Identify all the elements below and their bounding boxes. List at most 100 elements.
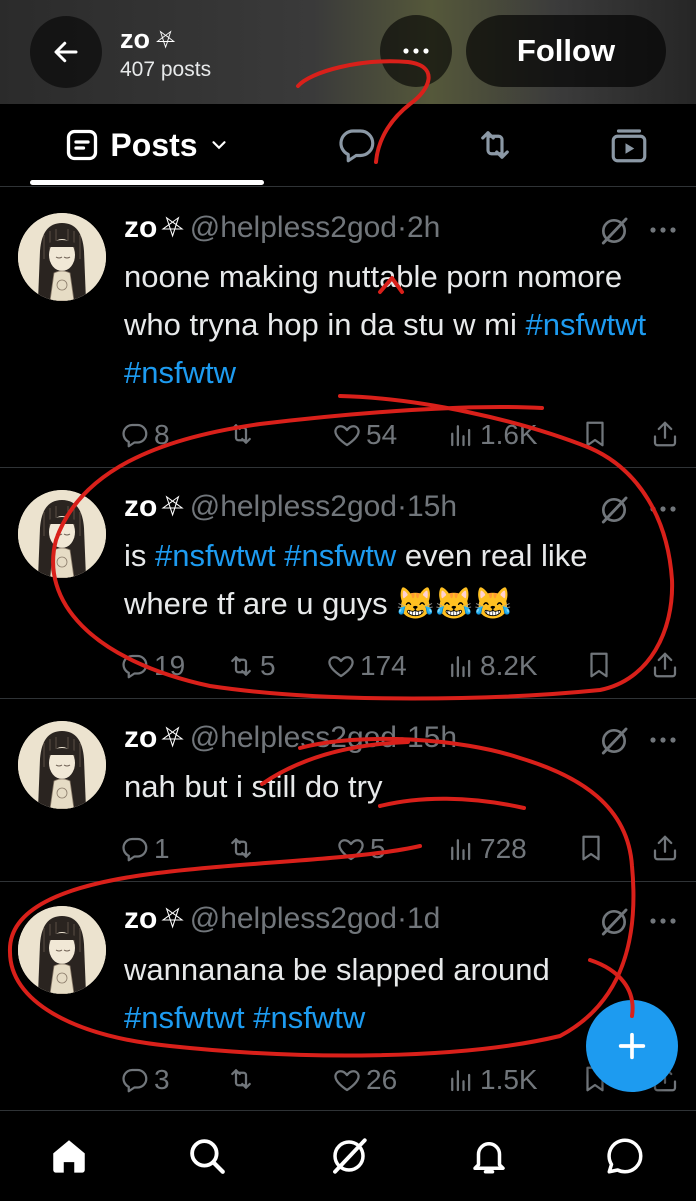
author-name[interactable]: zo xyxy=(124,211,157,244)
repost-button[interactable] xyxy=(226,419,260,449)
post-time[interactable]: 2h xyxy=(407,211,440,244)
avatar[interactable] xyxy=(18,213,106,301)
post-item[interactable]: zo ⛧ @helpless2god·15h is #nsfwtwt #nsfwtw… xyxy=(0,468,696,699)
profile-header: zo ⛧ 407 posts Follow xyxy=(0,0,696,104)
views-icon xyxy=(446,420,476,450)
active-tab-indicator xyxy=(30,180,264,185)
tab-replies-icon[interactable] xyxy=(336,124,378,166)
share-icon xyxy=(650,833,680,863)
avatar[interactable] xyxy=(18,490,106,578)
bookmark-button[interactable] xyxy=(580,419,610,449)
tab-media-icon[interactable] xyxy=(608,124,650,166)
reply-button[interactable]: 1 xyxy=(120,833,170,865)
post-actions: 8 54 1.6K xyxy=(120,419,690,453)
post-text: wannanana be slapped around #nsfwtwt #nsf… xyxy=(124,946,669,1042)
tab-reposts-icon[interactable] xyxy=(474,124,516,166)
compose-post-button[interactable] xyxy=(586,1000,678,1092)
like-button[interactable]: 5 xyxy=(336,833,386,865)
share-button[interactable] xyxy=(650,419,680,449)
post-more-icon[interactable] xyxy=(648,735,678,745)
reply-button[interactable]: 8 xyxy=(120,419,170,451)
hashtag-link[interactable]: #nsfwtwt xyxy=(124,1000,245,1035)
views-button[interactable]: 1.6K xyxy=(446,419,538,451)
grok-icon[interactable] xyxy=(328,1135,370,1177)
post-header: zo ⛧ @helpless2god·15h xyxy=(124,490,457,524)
views-button[interactable]: 1.5K xyxy=(446,1064,538,1096)
hashtag-link[interactable]: #nsfwtw xyxy=(253,1000,365,1035)
reply-icon xyxy=(120,651,150,681)
view-count: 1.5K xyxy=(480,1064,538,1095)
pentagram-symbol: ⛧ xyxy=(161,903,184,934)
post-item[interactable]: zo ⛧ @helpless2god·2h noone making nuttabl… xyxy=(0,187,696,468)
author-name[interactable]: zo xyxy=(124,721,157,754)
grok-icon[interactable] xyxy=(598,494,630,526)
pentagram-symbol: ⛧ xyxy=(161,212,184,243)
follow-button[interactable]: Follow xyxy=(466,15,666,87)
author-handle[interactable]: @helpless2god xyxy=(190,211,397,244)
post-more-icon[interactable] xyxy=(648,916,678,926)
author-handle[interactable]: @helpless2god xyxy=(190,721,397,754)
post-time[interactable]: 15h xyxy=(407,490,457,523)
like-count: 5 xyxy=(370,833,386,864)
tab-posts-label: Posts xyxy=(110,126,198,163)
views-button[interactable]: 8.2K xyxy=(446,650,538,682)
hashtag-link[interactable]: #nsfwtwt xyxy=(525,307,646,342)
post-header: zo ⛧ @helpless2god·2h xyxy=(124,211,440,245)
tab-posts[interactable]: Posts xyxy=(30,104,264,186)
messages-icon[interactable] xyxy=(604,1135,646,1177)
reply-button[interactable]: 19 xyxy=(120,650,185,682)
bookmark-button[interactable] xyxy=(584,650,614,680)
grok-icon[interactable] xyxy=(598,215,630,247)
bottom-navigation xyxy=(0,1110,696,1201)
repost-icon xyxy=(226,1064,256,1094)
author-name[interactable]: zo xyxy=(124,902,157,935)
author-handle[interactable]: @helpless2god xyxy=(190,490,397,523)
back-button[interactable] xyxy=(30,16,102,88)
post-time[interactable]: 15h xyxy=(407,721,457,754)
share-button[interactable] xyxy=(650,650,680,680)
grok-icon[interactable] xyxy=(598,725,630,757)
author-name[interactable]: zo xyxy=(124,490,157,523)
avatar[interactable] xyxy=(18,906,106,994)
notifications-icon[interactable] xyxy=(468,1135,510,1177)
hashtag-link[interactable]: #nsfwtw xyxy=(284,538,396,573)
reply-icon xyxy=(120,420,150,450)
repost-icon xyxy=(226,833,256,863)
profile-name: zo ⛧ xyxy=(120,24,175,55)
post-item[interactable]: zo ⛧ @helpless2god·15h nah but i still do … xyxy=(0,699,696,882)
post-text: nah but i still do try xyxy=(124,763,669,811)
avatar[interactable] xyxy=(18,721,106,809)
grok-icon[interactable] xyxy=(598,906,630,938)
like-button[interactable]: 54 xyxy=(332,419,397,451)
post-text: is #nsfwtwt #nsfwtw even real like where… xyxy=(124,532,669,628)
author-handle[interactable]: @helpless2god xyxy=(190,902,397,935)
post-more-icon[interactable] xyxy=(648,504,678,514)
post-body: nah but i still do try xyxy=(124,769,383,804)
post-time[interactable]: 1d xyxy=(407,902,440,935)
views-icon xyxy=(446,1065,476,1095)
reply-icon xyxy=(120,834,150,864)
more-dots-icon xyxy=(401,46,431,56)
reply-button[interactable]: 3 xyxy=(120,1064,170,1096)
home-icon[interactable] xyxy=(48,1135,90,1177)
post-body: wannanana be slapped around xyxy=(124,952,550,987)
separator-dot: · xyxy=(397,490,407,523)
search-icon[interactable] xyxy=(186,1135,228,1177)
repost-button[interactable] xyxy=(226,1064,260,1094)
repost-button[interactable]: 5 xyxy=(226,650,276,682)
post-item[interactable]: zo ⛧ @helpless2god·1d wannanana be slapped… xyxy=(0,882,696,1110)
like-button[interactable]: 174 xyxy=(326,650,407,682)
view-count: 1.6K xyxy=(480,419,538,450)
reply-count: 8 xyxy=(154,419,170,450)
more-options-button[interactable] xyxy=(380,15,452,87)
post-more-icon[interactable] xyxy=(648,225,678,235)
hashtag-link[interactable]: #nsfwtw xyxy=(124,355,236,390)
views-icon xyxy=(446,834,476,864)
share-button[interactable] xyxy=(650,833,680,863)
views-button[interactable]: 728 xyxy=(446,833,527,865)
repost-button[interactable] xyxy=(226,833,260,863)
bookmark-button[interactable] xyxy=(576,833,606,863)
separator-dot: · xyxy=(397,902,407,935)
hashtag-link[interactable]: #nsfwtwt xyxy=(155,538,276,573)
like-button[interactable]: 26 xyxy=(332,1064,397,1096)
